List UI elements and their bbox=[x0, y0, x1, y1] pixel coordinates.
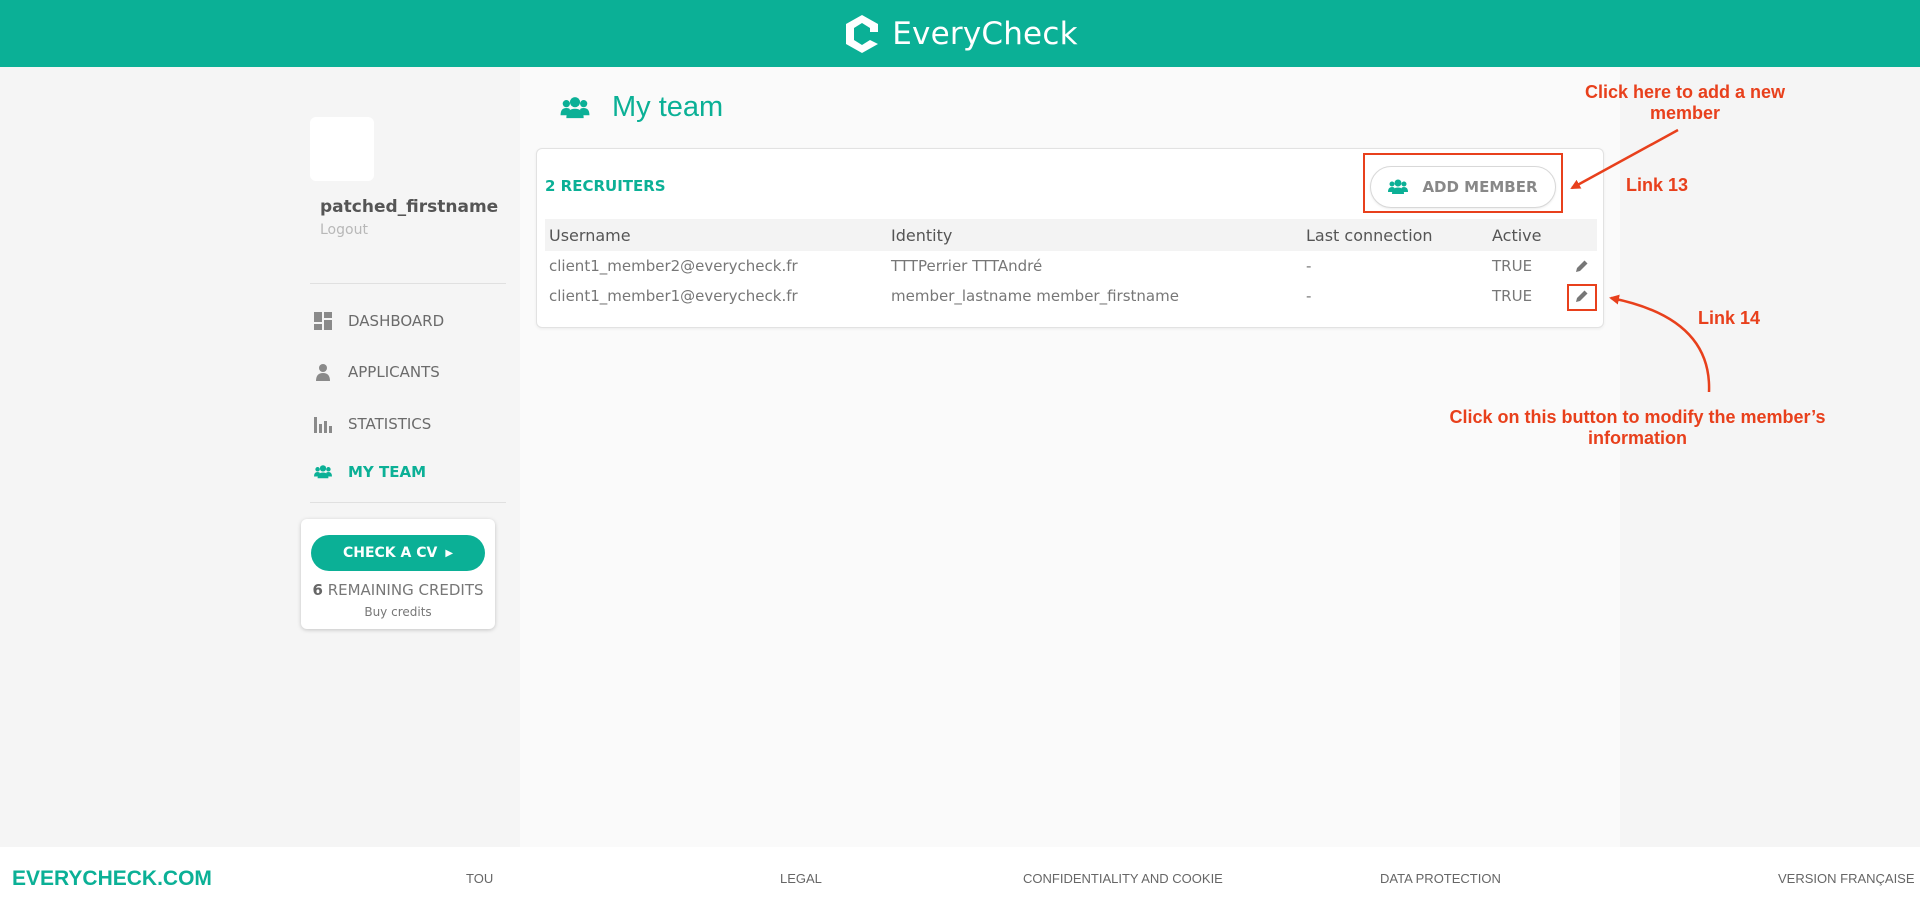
footer-logo[interactable]: EVERYCHECK.COM bbox=[12, 867, 212, 891]
dashboard-icon bbox=[314, 312, 332, 330]
avatar bbox=[310, 117, 374, 181]
footer-link-confidentiality[interactable]: CONFIDENTIALITY AND COOKIE bbox=[1023, 871, 1223, 886]
bar-chart-icon bbox=[314, 415, 332, 433]
table-header-row: Username Identity Last connection Active bbox=[545, 219, 1597, 251]
cell-identity: member_lastname member_firstname bbox=[891, 287, 1179, 305]
footer-link-french-version[interactable]: VERSION FRANÇAISE bbox=[1778, 871, 1915, 886]
edit-button-highlight bbox=[1567, 284, 1597, 311]
buy-credits-link[interactable]: Buy credits bbox=[301, 605, 495, 619]
table-row: client1_member1@everycheck.fr member_las… bbox=[545, 281, 1597, 311]
logout-link[interactable]: Logout bbox=[320, 222, 368, 238]
annotation-add-member: Click here to add a new member bbox=[1584, 82, 1786, 123]
footer-link-data-protection[interactable]: DATA PROTECTION bbox=[1380, 871, 1501, 886]
add-member-highlight bbox=[1363, 153, 1563, 213]
page-title-text: My team bbox=[612, 91, 724, 123]
nav-item-label: STATISTICS bbox=[348, 415, 432, 433]
annotation-link-13: Link 13 bbox=[1626, 175, 1689, 195]
nav-item-label: DASHBOARD bbox=[348, 312, 445, 330]
remaining-credits: 6 REMAINING CREDITS bbox=[301, 581, 495, 599]
column-header-actions bbox=[1567, 219, 1597, 251]
annotation-link-14: Link 14 bbox=[1698, 308, 1761, 328]
team-table: Username Identity Last connection Active… bbox=[545, 219, 1597, 311]
nav-item-my-team[interactable]: MY TEAM bbox=[314, 463, 426, 481]
sidebar: patched_firstname Logout DASHBOARD APPLI… bbox=[300, 67, 520, 847]
page-title: My team bbox=[560, 91, 723, 124]
nav-item-label: APPLICANTS bbox=[348, 363, 440, 381]
footer: EVERYCHECK.COM TOU LEGAL CONFIDENTIALITY… bbox=[0, 847, 1920, 911]
credits-label: REMAINING CREDITS bbox=[327, 581, 484, 599]
team-icon bbox=[560, 96, 590, 118]
nav-item-dashboard[interactable]: DASHBOARD bbox=[314, 312, 444, 330]
cell-last-connection: - bbox=[1306, 257, 1312, 275]
nav-item-statistics[interactable]: STATISTICS bbox=[314, 415, 431, 433]
column-header-last-connection: Last connection bbox=[1306, 225, 1433, 245]
recruiters-count: 2 RECRUITERS bbox=[545, 177, 666, 195]
cell-username: client1_member2@everycheck.fr bbox=[549, 257, 798, 275]
pencil-icon bbox=[1576, 260, 1588, 272]
everycheck-logo-icon bbox=[846, 14, 879, 53]
divider bbox=[310, 502, 506, 503]
nav-item-applicants[interactable]: APPLICANTS bbox=[314, 363, 440, 381]
user-icon bbox=[314, 363, 332, 381]
cell-last-connection: - bbox=[1306, 287, 1312, 305]
brand-logo[interactable]: EveryCheck bbox=[842, 12, 1078, 56]
check-cv-card: CHECK A CV ▶ 6 REMAINING CREDITS Buy cre… bbox=[301, 519, 495, 629]
check-cv-label: CHECK A CV bbox=[342, 545, 438, 561]
column-header-username: Username bbox=[549, 225, 631, 245]
edit-member-button[interactable] bbox=[1572, 256, 1592, 276]
column-header-identity: Identity bbox=[891, 225, 953, 245]
cell-active: TRUE bbox=[1492, 287, 1533, 305]
credits-count: 6 bbox=[312, 581, 323, 599]
cell-identity: TTTPerrier TTTAndré bbox=[891, 257, 1043, 275]
column-header-active: Active bbox=[1492, 225, 1542, 245]
cell-actions bbox=[1567, 251, 1597, 281]
top-header: EveryCheck bbox=[0, 0, 1920, 67]
cell-username: client1_member1@everycheck.fr bbox=[549, 287, 798, 305]
nav-item-label: MY TEAM bbox=[348, 463, 427, 481]
check-cv-button[interactable]: CHECK A CV ▶ bbox=[311, 535, 485, 571]
cell-active: TRUE bbox=[1492, 257, 1533, 275]
divider bbox=[310, 283, 506, 284]
brand-name: EveryCheck bbox=[892, 15, 1078, 52]
user-name: patched_firstname bbox=[320, 197, 499, 217]
table-row: client1_member2@everycheck.fr TTTPerrier… bbox=[545, 251, 1597, 281]
footer-link-tou[interactable]: TOU bbox=[466, 871, 493, 886]
arrow-to-edit-button bbox=[1609, 294, 1711, 393]
caret-right-icon: ▶ bbox=[445, 547, 454, 559]
team-icon bbox=[314, 463, 332, 481]
footer-link-legal[interactable]: LEGAL bbox=[780, 871, 822, 886]
annotation-edit-member: Click on this button to modify the membe… bbox=[1449, 407, 1826, 448]
